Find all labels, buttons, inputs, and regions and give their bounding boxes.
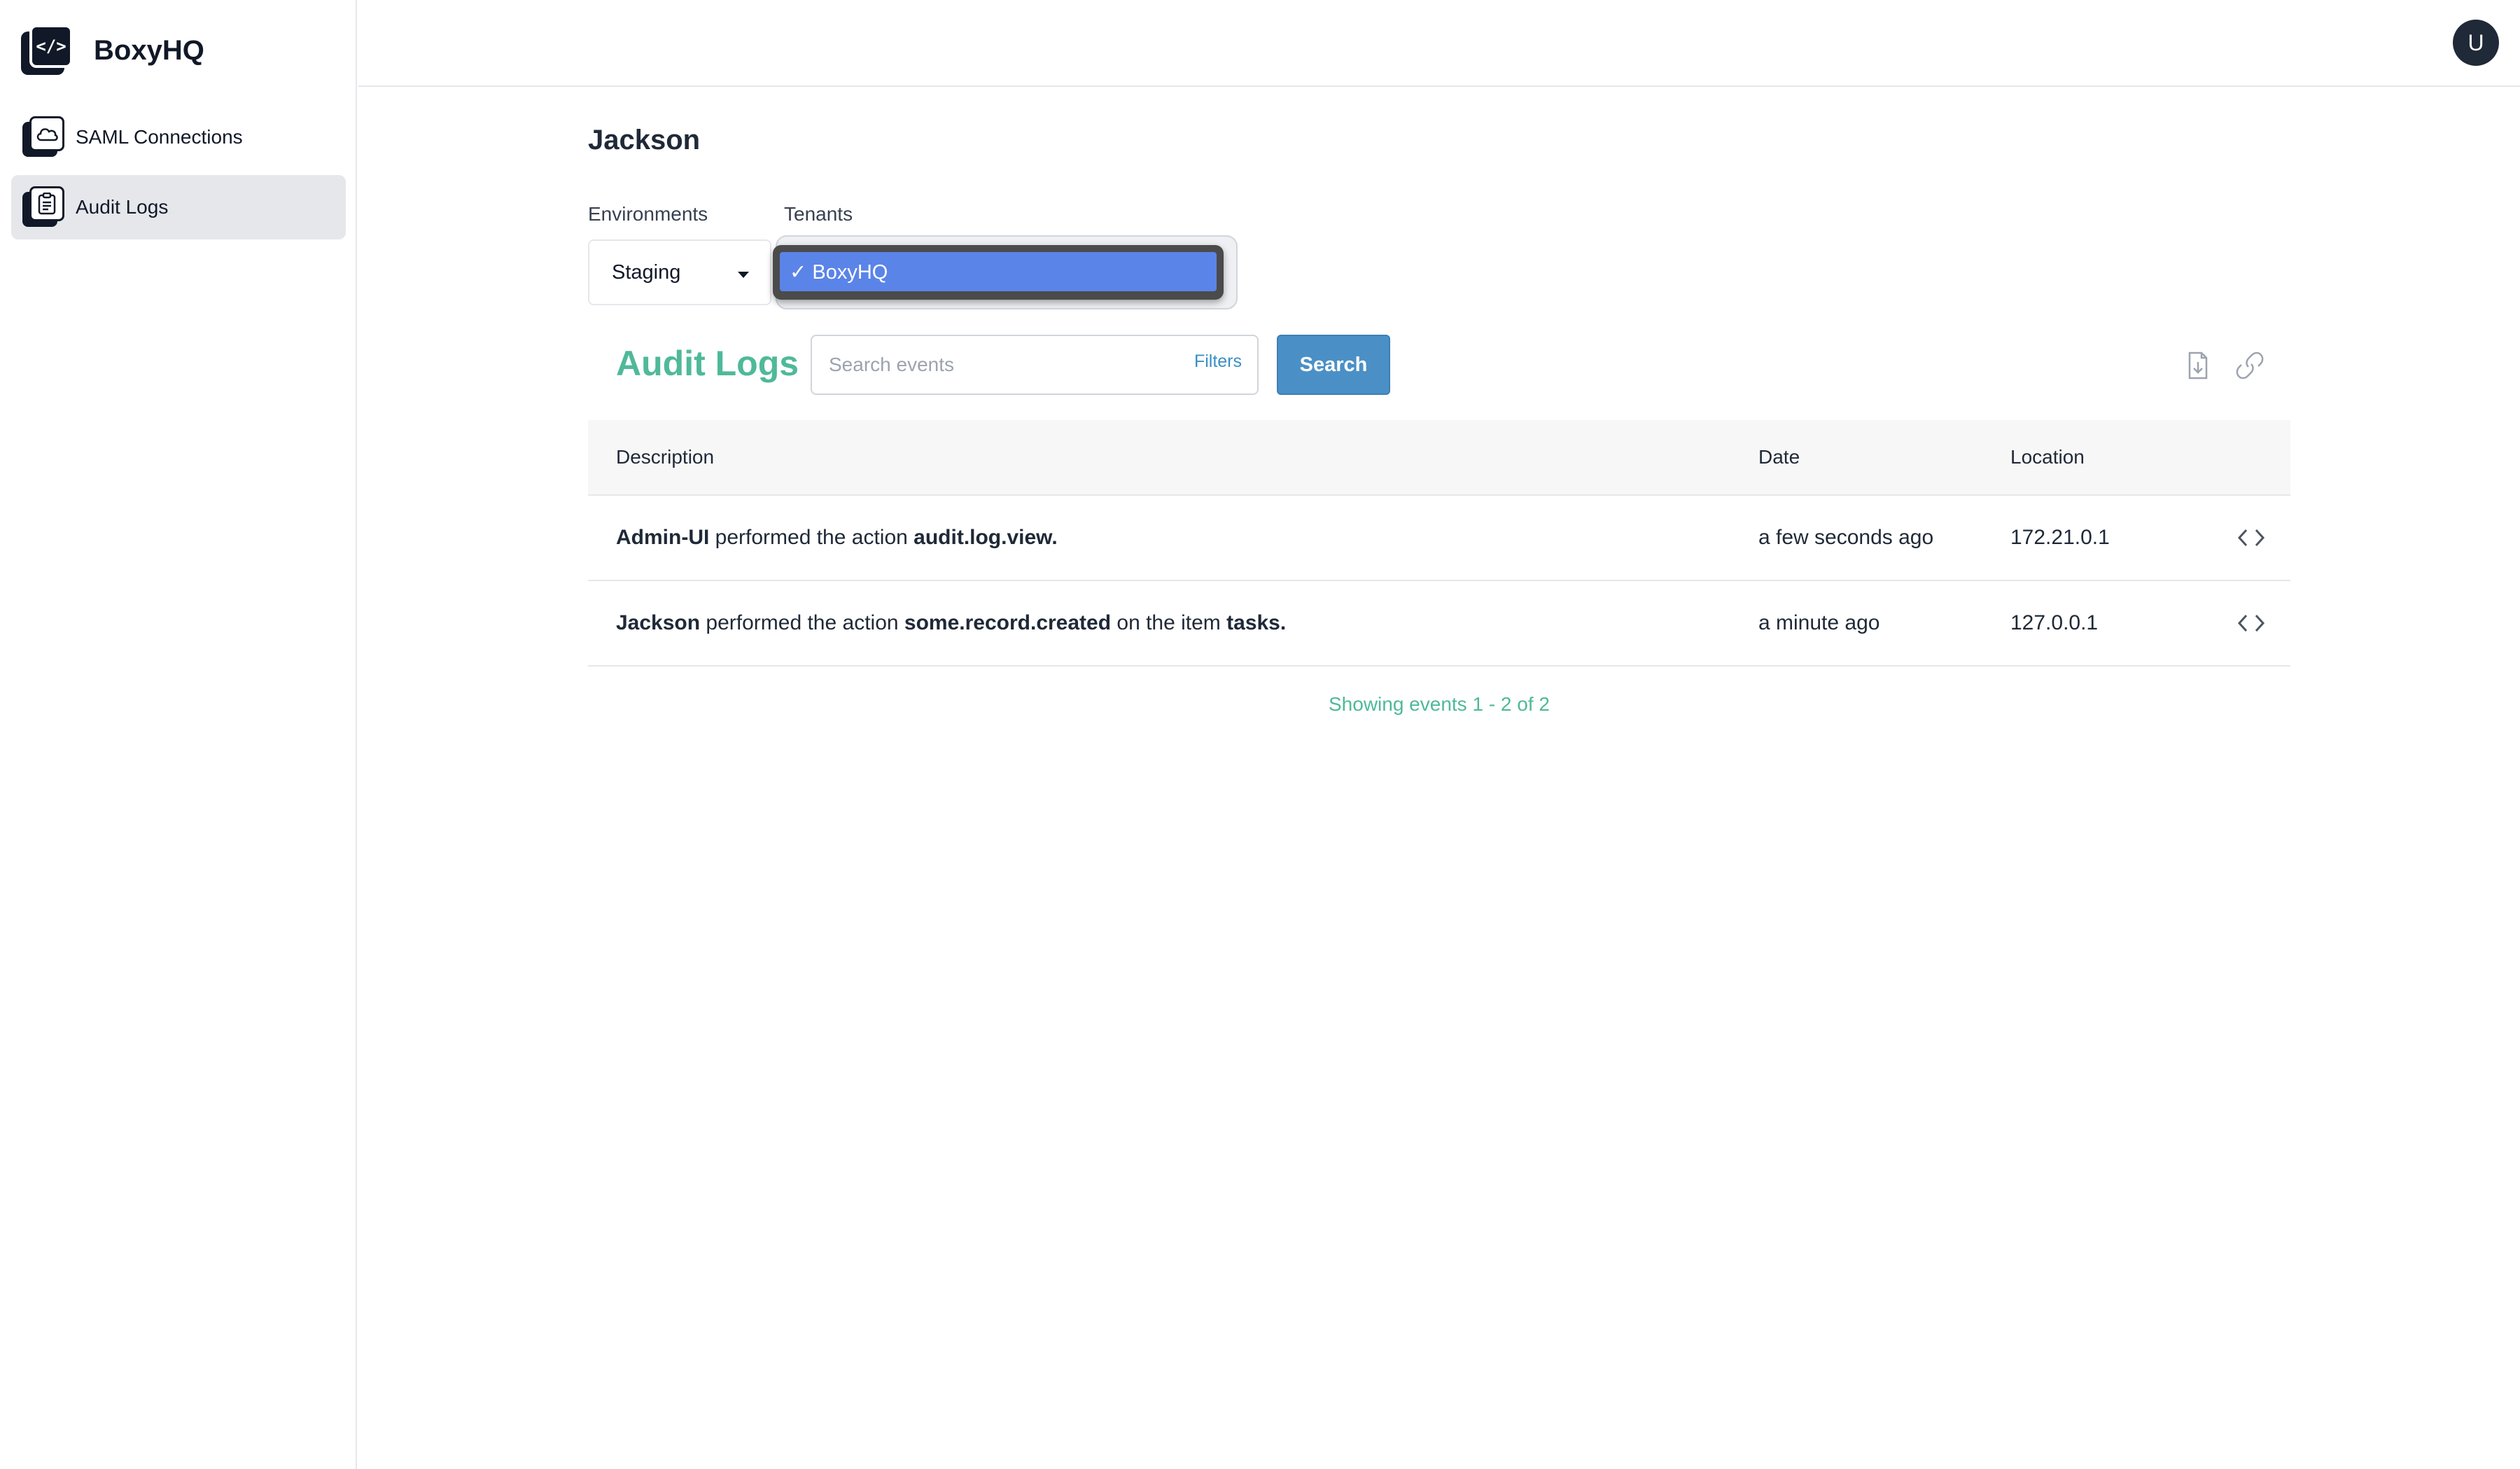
table-row[interactable]: Jackson performed the action some.record… (588, 581, 2290, 667)
event-date: a minute ago (1758, 611, 1880, 634)
sidebar-item-label: SAML Connections (76, 126, 243, 148)
code-view-icon[interactable] (2236, 525, 2267, 550)
tenants-label: Tenants (784, 203, 853, 225)
table-row[interactable]: Admin-UI performed the action audit.log.… (588, 496, 2290, 581)
download-file-icon[interactable] (2183, 350, 2213, 381)
event-action: some.record.created (904, 611, 1112, 634)
app-root: </> BoxyHQ SAML Connections Audit Logs U… (0, 0, 2520, 1469)
event-action: audit.log.view. (913, 526, 1058, 549)
event-actor: Jackson (616, 611, 701, 634)
audit-logs-heading: Audit Logs (616, 344, 799, 383)
environment-select-value: Staging (612, 260, 681, 284)
column-header-location: Location (2010, 446, 2085, 468)
event-text: performed the action (700, 611, 904, 634)
top-bar: U (358, 0, 2520, 87)
cloud-icon (22, 116, 64, 158)
boxyhq-logo-icon: </> (21, 25, 73, 76)
sidebar-item-label: Audit Logs (76, 196, 169, 218)
event-description: Jackson performed the action some.record… (616, 611, 1286, 635)
audit-logs-table: Description Date Location Admin-UI perfo… (588, 420, 2290, 667)
sidebar-item-audit-logs[interactable]: Audit Logs (11, 175, 346, 239)
tenant-dropdown-menu: ✓ BoxyHQ (773, 245, 1224, 300)
caret-down-icon (738, 272, 749, 278)
brand[interactable]: </> BoxyHQ (21, 24, 204, 77)
page-title: Jackson (588, 125, 701, 155)
event-text: on the item (1111, 611, 1227, 634)
event-text: performed the action (709, 526, 914, 549)
search-box: Filters (811, 335, 1259, 395)
tenant-option-boxyhq[interactable]: ✓ BoxyHQ (780, 252, 1217, 291)
user-avatar[interactable]: U (2453, 20, 2499, 66)
sidebar: </> BoxyHQ SAML Connections Audit Logs (0, 0, 357, 1469)
event-actor: Admin-UI (616, 526, 710, 549)
pagination-total: 2 (1539, 693, 1550, 715)
pagination-prefix: Showing events (1329, 693, 1473, 715)
pagination-summary: Showing events 1 - 2 of 2 (588, 693, 2290, 716)
event-description: Admin-UI performed the action audit.log.… (616, 526, 1058, 550)
search-input[interactable] (813, 337, 1182, 392)
filters-button[interactable]: Filters (1194, 351, 1242, 372)
environments-label: Environments (588, 203, 708, 225)
event-target: tasks. (1226, 611, 1287, 634)
environment-select[interactable]: Staging (588, 239, 771, 305)
search-button[interactable]: Search (1277, 335, 1390, 395)
event-location: 127.0.0.1 (2010, 611, 2099, 634)
code-view-icon[interactable] (2236, 611, 2267, 636)
brand-name: BoxyHQ (94, 34, 204, 66)
event-location: 172.21.0.1 (2010, 526, 2110, 549)
pagination-range: 1 - 2 (1472, 693, 1512, 715)
event-date: a few seconds ago (1758, 526, 1934, 549)
sidebar-nav: SAML Connections Audit Logs (11, 105, 346, 245)
sidebar-item-saml-connections[interactable]: SAML Connections (11, 105, 346, 169)
link-icon[interactable] (2234, 350, 2265, 381)
table-header: Description Date Location (588, 420, 2290, 496)
pagination-of: of (1511, 693, 1539, 715)
clipboard-icon (22, 186, 64, 228)
column-header-description: Description (616, 446, 715, 468)
column-header-date: Date (1758, 446, 1800, 468)
